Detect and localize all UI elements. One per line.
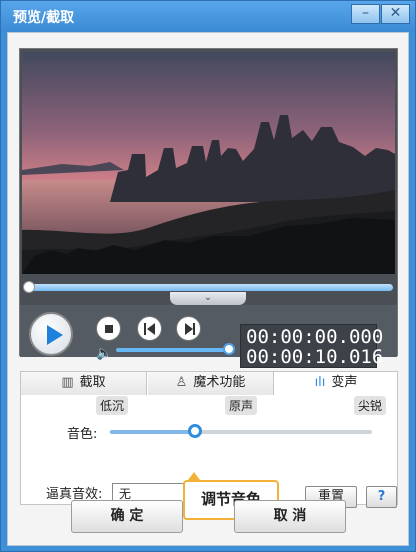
video-player: ⌄ 🔈 — [19, 48, 398, 361]
video-progress-bar[interactable] — [23, 281, 393, 293]
preview-window: 预览/截取 – ✕ ⌄ 🔈 00:00:00.000 00:00:10.016 … — [0, 0, 416, 552]
volume-slider[interactable] — [116, 348, 226, 352]
current-time: 00:00:00.000 — [246, 326, 384, 348]
confirm-button[interactable]: 确 定 — [71, 500, 183, 533]
previous-bar — [144, 323, 146, 335]
tone-slider[interactable] — [110, 424, 372, 438]
minimize-button[interactable]: – — [351, 4, 380, 24]
help-button[interactable]: ? — [366, 486, 397, 508]
collapse-toggle[interactable]: ⌄ — [170, 292, 246, 305]
next-icon — [185, 323, 193, 335]
play-icon — [47, 325, 63, 345]
clip-icon: ▥ — [61, 375, 74, 390]
speaker-icon[interactable]: 🔈 — [96, 346, 112, 361]
play-button[interactable] — [29, 312, 73, 356]
progress-handle[interactable] — [23, 281, 35, 293]
previous-icon — [147, 323, 155, 335]
tab-clip[interactable]: ▥ 截取 — [21, 372, 147, 395]
soundwave-icon: ılı — [314, 375, 326, 390]
video-preview[interactable] — [22, 52, 395, 274]
time-display: 00:00:00.000 00:00:10.016 — [240, 324, 383, 368]
tab-magic-label: 魔术功能 — [193, 375, 246, 390]
next-frame-button[interactable] — [176, 316, 201, 341]
tab-magic[interactable]: ♙ 魔术功能 — [148, 372, 274, 395]
close-button[interactable]: ✕ — [381, 4, 410, 24]
window-title: 预览/截取 — [13, 10, 75, 26]
tab-clip-label: 截取 — [79, 375, 106, 390]
level-original: 原声 — [225, 396, 258, 415]
cancel-button[interactable]: 取 消 — [234, 500, 346, 533]
chevron-down-icon: ⌄ — [203, 292, 213, 303]
tone-slider-fill — [110, 430, 198, 434]
stop-icon — [105, 325, 113, 333]
dialog-content: ⌄ 🔈 00:00:00.000 00:00:10.016 ▥ 截取 ♙ 魔术功能 … — [7, 32, 409, 546]
tab-voice-change[interactable]: ılı 变声 — [275, 372, 398, 395]
total-time: 00:00:10.016 — [246, 346, 384, 368]
magic-hat-icon: ♙ — [175, 375, 188, 390]
next-bar — [193, 323, 195, 335]
title-bar: 预览/截取 – ✕ — [1, 1, 415, 32]
previous-frame-button[interactable] — [137, 316, 162, 341]
tone-label: 音色: — [67, 427, 98, 442]
tab-voice-change-label: 变声 — [331, 375, 358, 390]
volume-handle[interactable] — [223, 343, 235, 355]
level-high: 尖锐 — [354, 396, 387, 415]
sunset-city-image — [22, 52, 395, 274]
stop-button[interactable] — [96, 316, 121, 341]
tone-slider-handle[interactable] — [188, 424, 202, 438]
level-low: 低沉 — [96, 396, 129, 415]
